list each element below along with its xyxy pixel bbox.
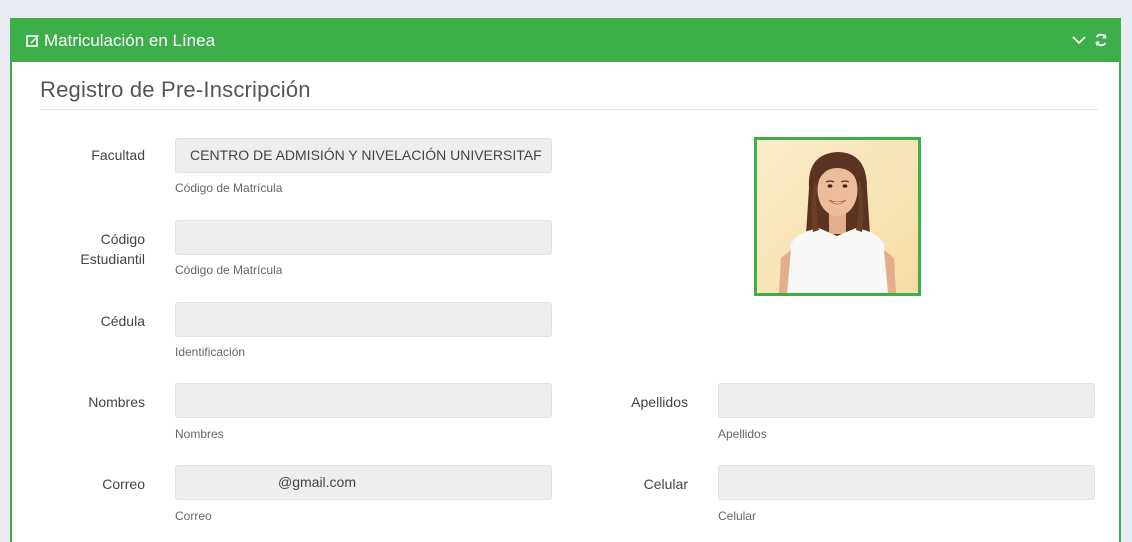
nombres-field[interactable] bbox=[175, 383, 552, 418]
panel-title: Matriculación en Línea bbox=[44, 31, 216, 50]
section-title: Registro de Pre-Inscripción bbox=[40, 77, 311, 102]
nombres-label: Nombres bbox=[88, 394, 145, 410]
correo-help: Correo bbox=[175, 509, 212, 523]
refresh-icon[interactable] bbox=[1093, 32, 1109, 48]
celular-help: Celular bbox=[718, 509, 757, 523]
chevron-down-icon[interactable] bbox=[1071, 32, 1087, 48]
apellidos-help: Apellidos bbox=[718, 427, 767, 441]
celular-field[interactable] bbox=[718, 465, 1095, 500]
student-photo[interactable] bbox=[754, 137, 921, 296]
correo-label: Correo bbox=[102, 476, 145, 492]
apellidos-label: Apellidos bbox=[631, 394, 688, 410]
celular-label: Celular bbox=[643, 476, 688, 492]
panel-header: Matriculación en Línea bbox=[12, 20, 1119, 62]
divider bbox=[40, 109, 1098, 110]
codigo-label-line2: Estudiantil bbox=[80, 251, 145, 267]
codigo-field[interactable] bbox=[175, 220, 552, 255]
codigo-help: Código de Matrícula bbox=[175, 263, 283, 277]
cedula-help: Identificación bbox=[175, 345, 246, 359]
registration-panel: Matriculación en Línea Registro de Pre-I… bbox=[10, 18, 1121, 542]
facultad-help: Código de Matrícula bbox=[175, 181, 283, 195]
edit-icon bbox=[26, 33, 40, 47]
facultad-field[interactable]: CENTRO DE ADMISIÓN Y NIVELACIÓN UNIVERSI… bbox=[175, 138, 552, 173]
apellidos-field[interactable] bbox=[718, 383, 1095, 418]
correo-field[interactable]: @gmail.com bbox=[175, 465, 552, 500]
cedula-label: Cédula bbox=[100, 313, 145, 329]
cedula-field[interactable] bbox=[175, 302, 552, 337]
nombres-help: Nombres bbox=[175, 427, 224, 441]
facultad-label: Facultad bbox=[91, 147, 145, 163]
codigo-label-line1: Código bbox=[100, 231, 145, 247]
